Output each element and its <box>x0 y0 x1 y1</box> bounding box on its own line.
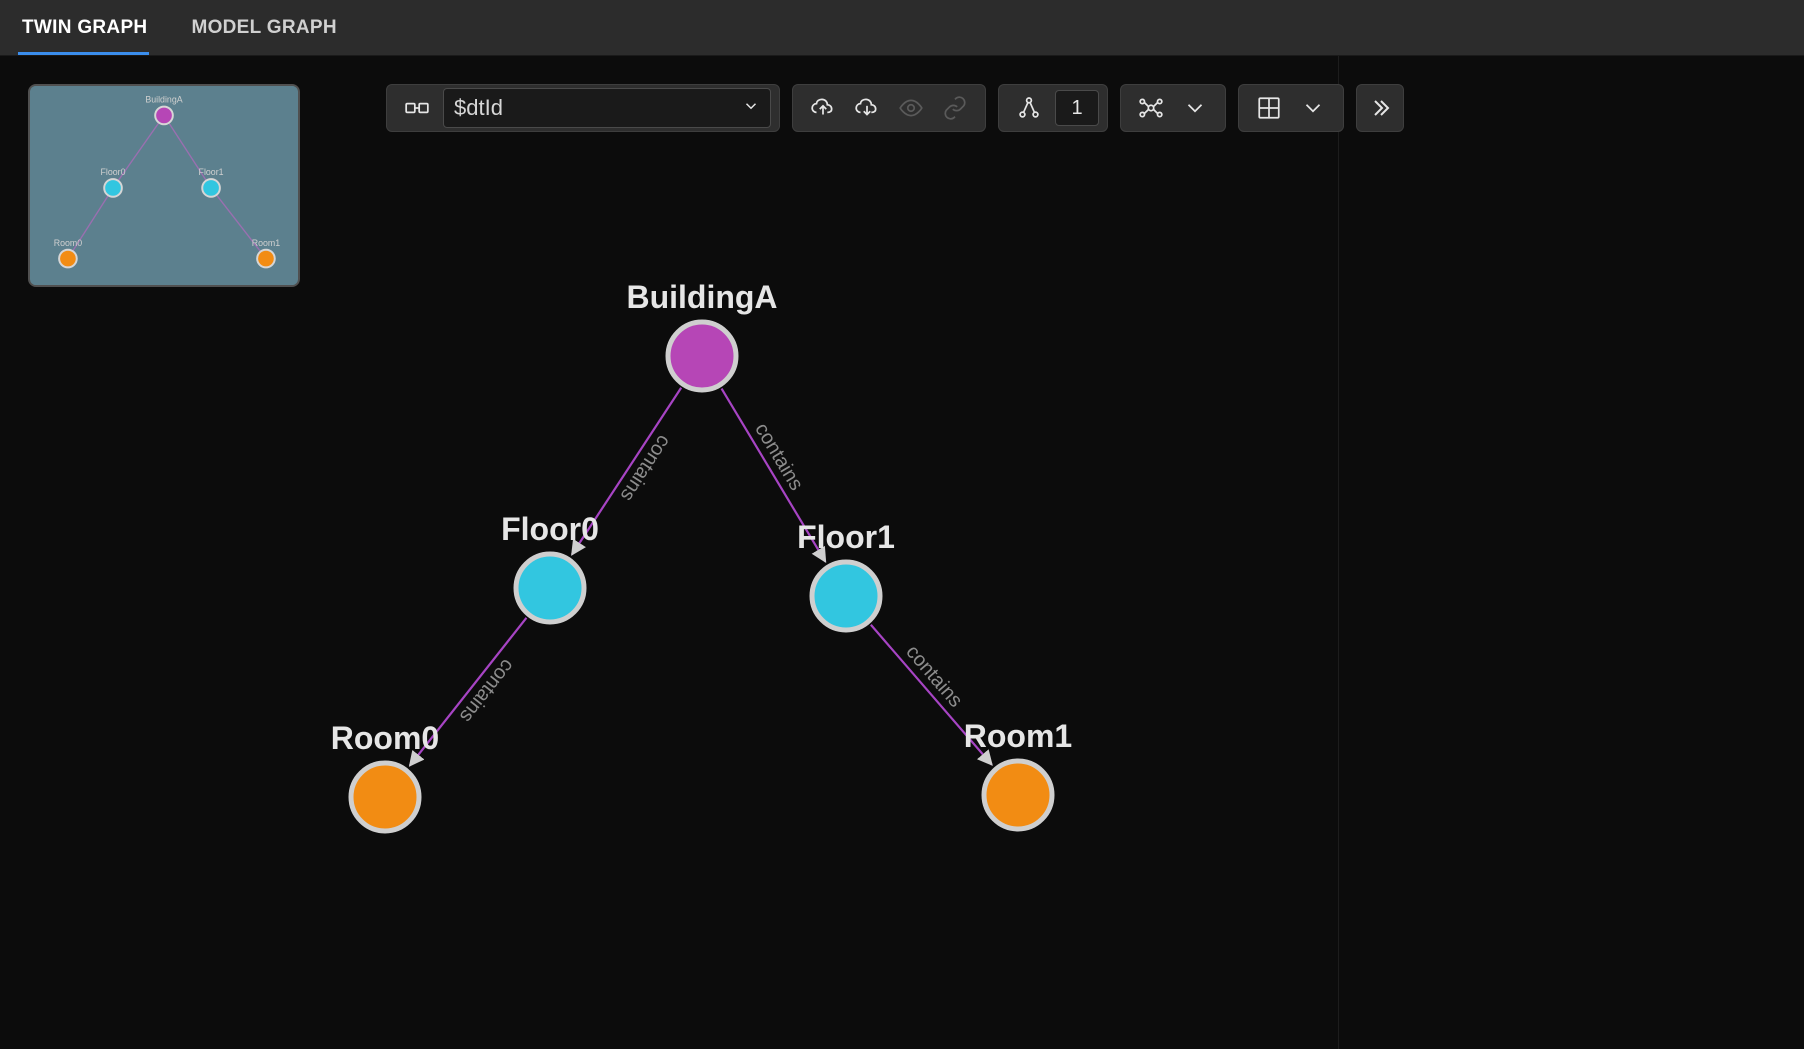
io-group <box>792 84 986 132</box>
minimap-node <box>155 107 173 125</box>
node-floor1[interactable]: Floor1 <box>797 519 895 630</box>
toggle-property-display-icon[interactable] <box>395 85 439 131</box>
minimap-node-label: Room0 <box>54 238 83 248</box>
minimap-node <box>202 179 220 197</box>
minimap-node-label: Floor0 <box>101 167 126 177</box>
edge-label: contains <box>455 655 518 727</box>
tab-twin-graph[interactable]: TWIN GRAPH <box>0 0 169 55</box>
node-label: Room1 <box>964 718 1072 754</box>
node-buildingA[interactable]: BuildingA <box>626 279 777 390</box>
minimap-node <box>257 250 275 268</box>
node-label: Floor1 <box>797 519 895 555</box>
minimap-node <box>104 179 122 197</box>
expansion-group: 1 <box>998 84 1108 132</box>
expansion-level-input[interactable]: 1 <box>1055 90 1099 126</box>
chevron-down-icon <box>742 97 760 120</box>
node-label: Room0 <box>331 720 439 756</box>
show-relationships-button <box>933 85 977 131</box>
minimap-node <box>59 250 77 268</box>
node-room0[interactable]: Room0 <box>331 720 439 831</box>
layout-chevron[interactable] <box>1173 85 1217 131</box>
node-label: Floor0 <box>501 511 599 547</box>
import-graph-button[interactable] <box>845 85 889 131</box>
display-property-value: $dtId <box>454 95 742 121</box>
expansion-mode-group <box>1238 84 1344 132</box>
side-panel <box>1338 56 1804 1049</box>
layout-button[interactable] <box>1129 85 1173 131</box>
node-label: BuildingA <box>626 279 777 315</box>
edge-label: contains <box>901 641 966 712</box>
tab-bar: TWIN GRAPH MODEL GRAPH <box>0 0 1804 56</box>
layout-group <box>1120 84 1226 132</box>
expansion-mode-button[interactable] <box>1247 85 1291 131</box>
toolbar: $dtId <box>386 84 1404 132</box>
display-property-group: $dtId <box>386 84 780 132</box>
node-floor0[interactable]: Floor0 <box>501 511 599 622</box>
display-property-dropdown[interactable]: $dtId <box>443 88 771 128</box>
minimap-node-label: Floor1 <box>199 167 224 177</box>
overflow-button[interactable] <box>1356 84 1404 132</box>
minimap-node-label: Room1 <box>252 238 281 248</box>
minimap-node-label: BuildingA <box>145 95 182 105</box>
main-area: containscontainscontainscontains Buildin… <box>0 56 1804 1049</box>
expand-tree-button[interactable] <box>1007 85 1051 131</box>
tab-model-graph[interactable]: MODEL GRAPH <box>169 0 358 55</box>
minimap[interactable]: BuildingA Floor0 Floor1 Room0 Room1 <box>28 84 300 287</box>
show-all-button <box>889 85 933 131</box>
expansion-mode-chevron[interactable] <box>1291 85 1335 131</box>
node-room1[interactable]: Room1 <box>964 718 1072 829</box>
export-graph-button[interactable] <box>801 85 845 131</box>
